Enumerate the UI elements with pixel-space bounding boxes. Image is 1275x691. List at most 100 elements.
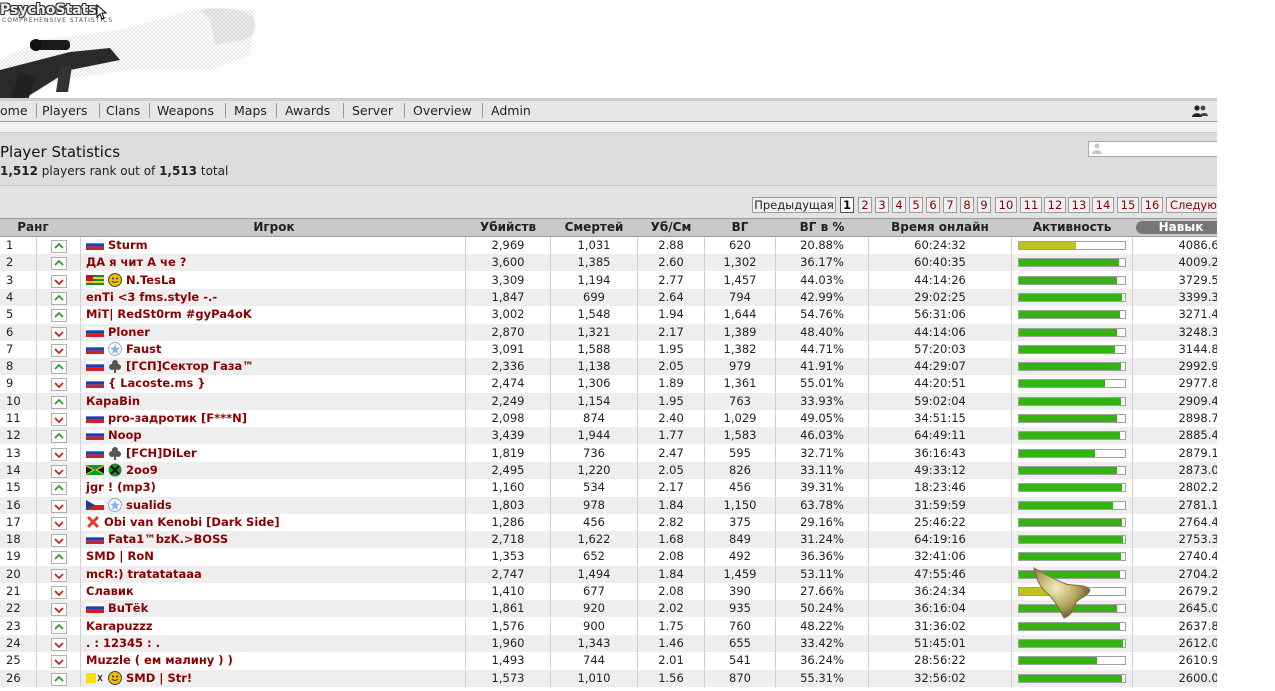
player-name-link[interactable]: N.TesLa <box>126 273 176 287</box>
page-1-button[interactable]: 1 <box>840 197 854 213</box>
table-row[interactable]: 16 sualids 1,803 978 1.84 1,150 63.78% 31:59:59… <box>0 496 1217 514</box>
player-name-link[interactable]: SMD | Str! <box>126 671 192 685</box>
page-15-button[interactable]: 15 <box>1117 197 1139 213</box>
player-name-link[interactable]: ДА я чит А че ? <box>86 255 186 269</box>
table-row[interactable]: 25 Muzzle ( ем малину ) ) 1,493 744 2.01 541 3… <box>0 652 1217 670</box>
player-name-link[interactable]: BuTёk <box>108 601 148 615</box>
nav-weapons[interactable]: Weapons <box>157 103 214 118</box>
next-page-button[interactable]: Следующ <box>1166 197 1217 213</box>
player-cell[interactable]: ДА я чит А че ? <box>86 255 186 270</box>
player-cell[interactable]: MiT| RedSt0rm #gyPa4oK <box>86 307 252 322</box>
prev-page-button[interactable]: Предыдущая <box>752 197 836 213</box>
table-row[interactable]: 7 Faust 3,091 1,588 1.95 1,382 44.71% 57:20:03 3… <box>0 340 1217 358</box>
col-kd[interactable]: Уб/См <box>638 220 704 234</box>
table-row[interactable]: 6 Ploner 2,870 1,321 2.17 1,389 48.40% 44:14:06… <box>0 323 1217 341</box>
table-row[interactable]: 8 [ГСП]Сектор Газа™ 2,336 1,138 2.05 979 41.91… <box>0 358 1217 376</box>
player-name-link[interactable]: Karapuzzz <box>86 619 153 633</box>
player-cell[interactable]: Славик <box>86 584 134 599</box>
player-cell[interactable]: SMD | RoN <box>86 549 154 564</box>
player-cell[interactable]: BuTёk <box>86 601 148 616</box>
table-row[interactable]: 3 N.TesLa 3,309 1,194 2.77 1,457 44.03% 44:14:2… <box>0 271 1217 289</box>
table-row[interactable]: 18 Fata1™bzK.>BOSS 2,718 1,622 1.68 849 31.24%… <box>0 531 1217 549</box>
table-row[interactable]: 19 SMD | RoN 1,353 652 2.08 492 36.36% 32:41:06… <box>0 548 1217 566</box>
col-activity[interactable]: Активность <box>1012 220 1132 234</box>
table-row[interactable]: 12 Noop 3,439 1,944 1.77 1,583 46.03% 64:49:11 2… <box>0 427 1217 445</box>
col-online-time[interactable]: Время онлайн <box>869 220 1011 234</box>
player-cell[interactable]: Fata1™bzK.>BOSS <box>86 532 228 547</box>
nav-players[interactable]: Players <box>42 103 87 118</box>
col-skill[interactable]: Навык <box>1136 221 1217 234</box>
player-name-link[interactable]: pro-задротик [F***N] <box>108 411 247 425</box>
page-5-button[interactable]: 5 <box>909 197 923 213</box>
player-cell[interactable]: mcR:) tratatataaa <box>86 567 202 582</box>
player-name-link[interactable]: Славик <box>86 584 134 598</box>
table-row[interactable]: 1 Sturm 2,969 1,031 2.88 620 20.88% 60:24:32 408… <box>0 237 1217 254</box>
table-row[interactable]: 15 jgr ! (mp3) 1,160 534 2.17 456 39.31% 18:23:… <box>0 479 1217 497</box>
page-16-button[interactable]: 16 <box>1141 197 1163 213</box>
player-name-link[interactable]: Muzzle ( ем малину ) ) <box>86 653 233 667</box>
player-name-link[interactable]: { Lacoste.ms } <box>108 376 206 390</box>
player-cell[interactable]: [ГСП]Сектор Газа™ <box>86 359 254 374</box>
page-8-button[interactable]: 8 <box>960 197 974 213</box>
nav-server[interactable]: Server <box>352 103 393 118</box>
player-name-link[interactable]: enTi <3 fms.style -.- <box>86 290 217 304</box>
table-row[interactable]: 17 Obi van Kenobi [Dark Side] 1,286 456 2.82… <box>0 513 1217 531</box>
player-cell[interactable]: Faust <box>86 341 161 357</box>
page-4-button[interactable]: 4 <box>892 197 906 213</box>
users-icon[interactable] <box>1191 105 1209 117</box>
page-6-button[interactable]: 6 <box>926 197 940 213</box>
table-row[interactable]: 11 pro-задротик [F***N] 2,098 874 2.40 1,029 4… <box>0 410 1217 427</box>
table-row[interactable]: 26 SMD | Str! 1,573 1,010 1.56 870 55.31% 32:56… <box>0 669 1217 687</box>
table-row[interactable]: 9 { Lacoste.ms } 2,474 1,306 1.89 1,361 55.01%… <box>0 375 1217 393</box>
table-row[interactable]: 5 MiT| RedSt0rm #gyPa4oK 3,002 1,548 1.94 1,6… <box>0 306 1217 324</box>
player-name-link[interactable]: mcR:) tratatataaa <box>86 567 202 581</box>
player-name-link[interactable]: [FCH]DiLer <box>126 446 197 460</box>
player-cell[interactable]: Muzzle ( ем малину ) ) <box>86 653 233 668</box>
page-11-button[interactable]: 11 <box>1020 197 1042 213</box>
player-cell[interactable]: Noop <box>86 428 142 443</box>
player-name-link[interactable]: . : 12345 : . <box>86 636 160 650</box>
player-cell[interactable]: КараВin <box>86 394 140 409</box>
page-13-button[interactable]: 13 <box>1068 197 1090 213</box>
player-name-link[interactable]: КараВin <box>86 394 140 408</box>
player-cell[interactable]: enTi <3 fms.style -.- <box>86 290 217 305</box>
player-cell[interactable]: [FCH]DiLer <box>86 446 197 461</box>
player-name-link[interactable]: sualids <box>126 498 172 512</box>
player-name-link[interactable]: jgr ! (mp3) <box>86 480 156 494</box>
player-name-link[interactable]: Sturm <box>108 238 148 252</box>
table-row[interactable]: 23 Karapuzzz 1,576 900 1.75 760 48.22% 31:36:02… <box>0 617 1217 635</box>
player-cell[interactable]: 2oo9 <box>86 463 158 478</box>
table-row[interactable]: 24 . : 12345 : . 1,960 1,343 1.46 655 33.42% 51… <box>0 634 1217 652</box>
col-kills[interactable]: Убийств <box>466 220 550 234</box>
player-cell[interactable]: Karapuzzz <box>86 619 153 634</box>
player-cell[interactable]: N.TesLa <box>86 272 176 288</box>
player-name-link[interactable]: Faust <box>126 342 161 356</box>
player-name-link[interactable]: Ploner <box>108 325 150 339</box>
col-headshots[interactable]: ВГ <box>705 220 775 234</box>
nav-awards[interactable]: Awards <box>285 103 330 118</box>
page-2-button[interactable]: 2 <box>858 197 872 213</box>
col-headshot-pct[interactable]: ВГ в % <box>776 220 868 234</box>
table-row[interactable]: 13 [FCH]DiLer 1,819 736 2.47 595 32.71% 36:16:4… <box>0 444 1217 462</box>
col-rank[interactable]: Ранг <box>16 220 50 234</box>
player-name-link[interactable]: Fata1™bzK.>BOSS <box>108 532 228 546</box>
page-7-button[interactable]: 7 <box>943 197 957 213</box>
player-name-link[interactable]: SMD | RoN <box>86 549 154 563</box>
table-row[interactable]: 2 ДА я чит А че ? 3,600 1,385 2.60 1,302 36.17… <box>0 254 1217 272</box>
player-cell[interactable]: . : 12345 : . <box>86 636 160 651</box>
nav-admin[interactable]: Admin <box>491 103 531 118</box>
player-cell[interactable]: { Lacoste.ms } <box>86 376 206 391</box>
nav-maps[interactable]: Maps <box>234 103 267 118</box>
player-cell[interactable]: pro-задротик [F***N] <box>86 411 247 426</box>
col-deaths[interactable]: Смертей <box>551 220 637 234</box>
player-name-link[interactable]: MiT| RedSt0rm #gyPa4oK <box>86 307 252 321</box>
page-3-button[interactable]: 3 <box>875 197 889 213</box>
page-12-button[interactable]: 12 <box>1044 197 1066 213</box>
nav-overview[interactable]: Overview <box>413 103 472 118</box>
search-input[interactable] <box>1088 141 1217 157</box>
player-cell[interactable]: Sturm <box>86 238 148 253</box>
player-cell[interactable]: sualids <box>86 497 172 513</box>
player-name-link[interactable]: Obi van Kenobi [Dark Side] <box>104 515 280 529</box>
player-cell[interactable]: jgr ! (mp3) <box>86 480 156 495</box>
player-cell[interactable]: SMD | Str! <box>86 670 192 686</box>
